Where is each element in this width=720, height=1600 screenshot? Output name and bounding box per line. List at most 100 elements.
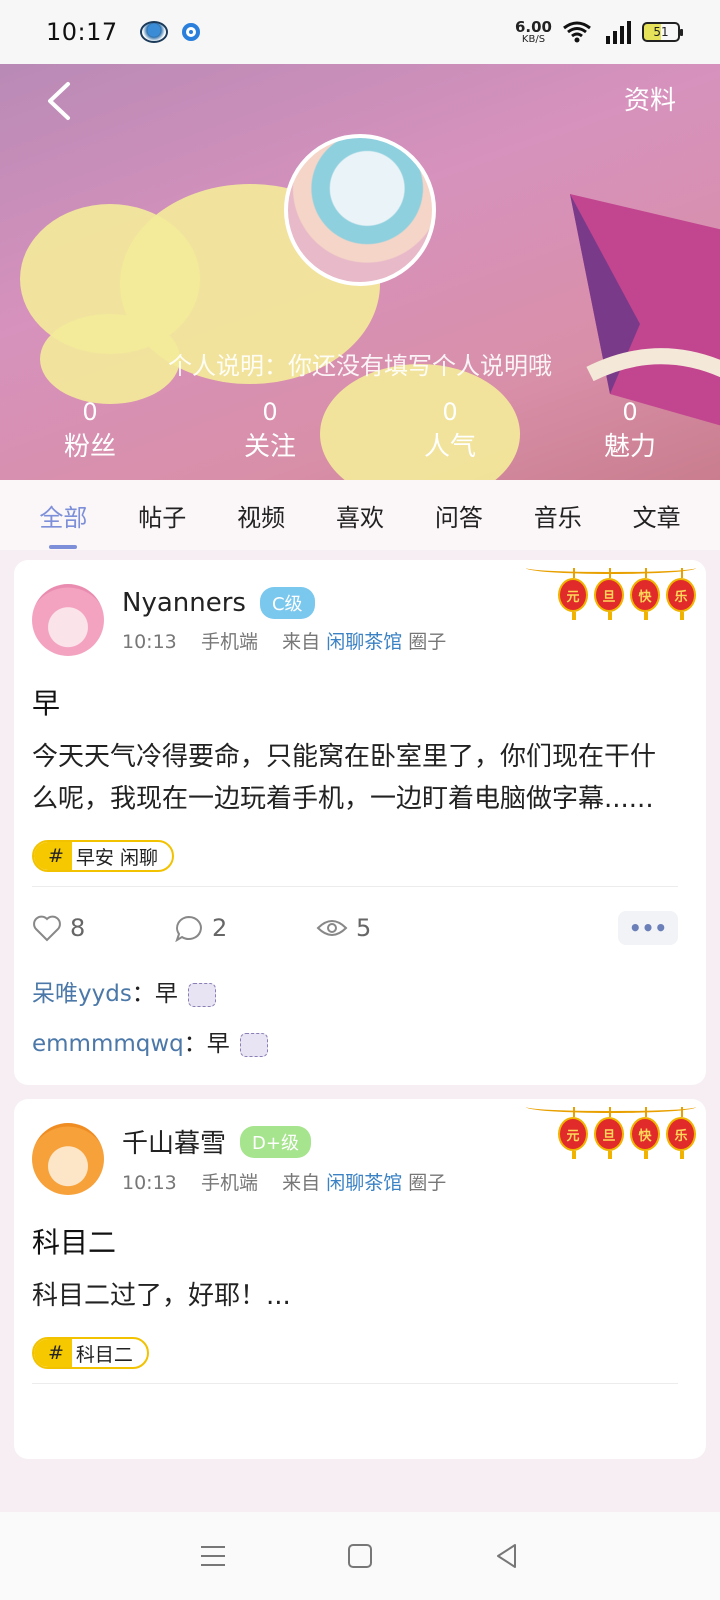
- stat-value: 0: [622, 398, 638, 426]
- menu-icon[interactable]: [197, 1540, 229, 1572]
- view-count-item: 5: [316, 914, 458, 942]
- new-year-lanterns: 元 旦 快 乐: [558, 1103, 696, 1159]
- stat-fans[interactable]: 0 粉丝: [0, 398, 180, 468]
- name-line: 千山暮雪 D+级: [122, 1123, 446, 1160]
- comment-icon: [175, 915, 202, 942]
- app-notification-icon: [139, 21, 168, 43]
- post-device: 手机端: [200, 630, 258, 653]
- lantern-icon: 元: [558, 568, 588, 620]
- post-user-meta: 千山暮雪 D+级 10:13 手机端 来自 闲聊茶馆 圈子: [122, 1123, 446, 1195]
- comment-count: 2: [212, 914, 228, 942]
- notification-dot-icon: [181, 23, 200, 41]
- eye-icon: [316, 920, 348, 936]
- stat-popularity[interactable]: 0 人气: [360, 398, 540, 468]
- tag-hash-icon: #: [34, 1339, 72, 1367]
- comment-separator: ：: [183, 1031, 207, 1057]
- stat-following[interactable]: 0 关注: [180, 398, 360, 468]
- lantern-icon: 旦: [594, 568, 624, 620]
- back-button[interactable]: [40, 78, 80, 124]
- post-title: 科目二: [32, 1226, 117, 1259]
- tag-text: 早安 闲聊: [75, 846, 158, 869]
- post-body: 科目二过了，好耶！...: [32, 1281, 291, 1311]
- tab-all[interactable]: 全部: [14, 498, 113, 549]
- wifi-icon: [563, 21, 591, 43]
- more-options-button[interactable]: •••: [618, 911, 678, 945]
- post-card[interactable]: 元 旦 快 乐 Nyanners C级 10:13 手机端 来自 闲聊茶馆 圈子: [14, 560, 706, 1085]
- name-line: Nyanners C级: [122, 586, 446, 619]
- lantern-icon: 快: [630, 1107, 660, 1159]
- avatar[interactable]: [32, 584, 104, 656]
- level-badge: D+级: [240, 1125, 311, 1158]
- like-count: 8: [70, 914, 86, 942]
- stat-value: 0: [82, 398, 98, 426]
- sticker-icon: [187, 982, 216, 1007]
- view-count: 5: [356, 914, 372, 942]
- stat-charm[interactable]: 0 魅力: [540, 398, 720, 468]
- post-actions: 8 2 5 •••: [32, 887, 678, 969]
- comment-button[interactable]: 2: [174, 914, 316, 942]
- status-bar: 10:17 6.00 KB/S 51: [0, 0, 720, 64]
- post-meta: 10:13 手机端 来自 闲聊茶馆 圈子: [122, 627, 446, 654]
- lantern-icon: 乐: [666, 1107, 696, 1159]
- post-from: 来自: [282, 1172, 321, 1194]
- like-button[interactable]: 8: [32, 914, 174, 942]
- post-title: 早: [32, 687, 61, 720]
- heart-icon: [33, 915, 61, 942]
- tab-qa[interactable]: 问答: [409, 498, 508, 533]
- circle-link[interactable]: 闲聊茶馆: [326, 631, 402, 653]
- post-time: 10:13: [122, 1172, 177, 1194]
- comment-author[interactable]: 呆唯yyds: [32, 981, 132, 1007]
- tab-music[interactable]: 音乐: [508, 498, 607, 533]
- sticker-icon: [239, 1032, 268, 1057]
- battery-icon: 51: [642, 22, 683, 42]
- stat-label: 魅力: [603, 432, 656, 462]
- tab-videos[interactable]: 视频: [212, 498, 311, 533]
- tab-articles[interactable]: 文章: [607, 498, 706, 533]
- lantern-icon: 旦: [594, 1107, 624, 1159]
- network-speed-value: 6.00: [514, 17, 552, 36]
- circle-suffix: 圈子: [408, 630, 447, 653]
- circle-suffix: 圈子: [408, 1172, 447, 1194]
- status-time: 10:17: [46, 18, 118, 46]
- profile-avatar[interactable]: [284, 134, 436, 286]
- post-feed: 元 旦 快 乐 Nyanners C级 10:13 手机端 来自 闲聊茶馆 圈子: [14, 560, 706, 1473]
- level-badge: C级: [259, 586, 315, 619]
- lantern-icon: 元: [558, 1107, 588, 1159]
- stat-label: 关注: [243, 432, 296, 462]
- avatar[interactable]: [32, 1123, 104, 1195]
- tab-likes[interactable]: 喜欢: [311, 498, 410, 533]
- new-year-lanterns: 元 旦 快 乐: [558, 564, 696, 620]
- back-nav-icon[interactable]: [491, 1540, 523, 1572]
- profile-info-link[interactable]: 资料: [624, 80, 676, 117]
- topic-tag[interactable]: # 科目二: [32, 1337, 149, 1369]
- post-meta: 10:13 手机端 来自 闲聊茶馆 圈子: [122, 1168, 446, 1195]
- stat-value: 0: [442, 398, 458, 426]
- home-icon[interactable]: [344, 1540, 376, 1572]
- lantern-icon: 乐: [666, 568, 696, 620]
- comment-text: 早: [206, 1031, 230, 1057]
- profile-bio: 个人说明：你还没有填写个人说明哦: [168, 352, 552, 380]
- stat-label: 粉丝: [63, 432, 116, 462]
- system-nav-bar: [0, 1512, 720, 1600]
- comment-author[interactable]: emmmmqwq: [32, 1031, 184, 1057]
- network-speed: 6.00 KB/S: [514, 17, 552, 45]
- profile-stats: 0 粉丝 0 关注 0 人气 0 魅力: [0, 398, 720, 468]
- circle-link[interactable]: 闲聊茶馆: [326, 1172, 402, 1194]
- username[interactable]: Nyanners: [122, 588, 246, 618]
- post-body: 今天天气冷得要命，只能窝在卧室里了，你们现在干什么呢，我现在一边玩着手机，一边盯…: [32, 742, 657, 814]
- post-from: 来自: [282, 630, 321, 653]
- tag-hash-icon: #: [34, 842, 72, 870]
- comment-text: 早: [154, 981, 178, 1007]
- status-indicators: 6.00 KB/S 51: [514, 17, 683, 45]
- network-speed-unit: KB/S: [521, 33, 546, 45]
- lantern-icon: 快: [630, 568, 660, 620]
- topic-tag[interactable]: # 早安 闲聊: [32, 840, 174, 872]
- post-card[interactable]: 元 旦 快 乐 千山暮雪 D+级 10:13 手机端 来自 闲聊茶馆 圈子 科目…: [14, 1099, 706, 1459]
- comment-separator: ：: [131, 981, 155, 1007]
- tag-text: 科目二: [75, 1343, 133, 1366]
- tab-posts[interactable]: 帖子: [113, 498, 212, 533]
- post-time: 10:13: [122, 630, 177, 653]
- comment-preview[interactable]: emmmmqwq：早: [32, 1019, 678, 1085]
- comment-preview[interactable]: 呆唯yyds：早: [32, 969, 678, 1019]
- username[interactable]: 千山暮雪: [122, 1123, 226, 1160]
